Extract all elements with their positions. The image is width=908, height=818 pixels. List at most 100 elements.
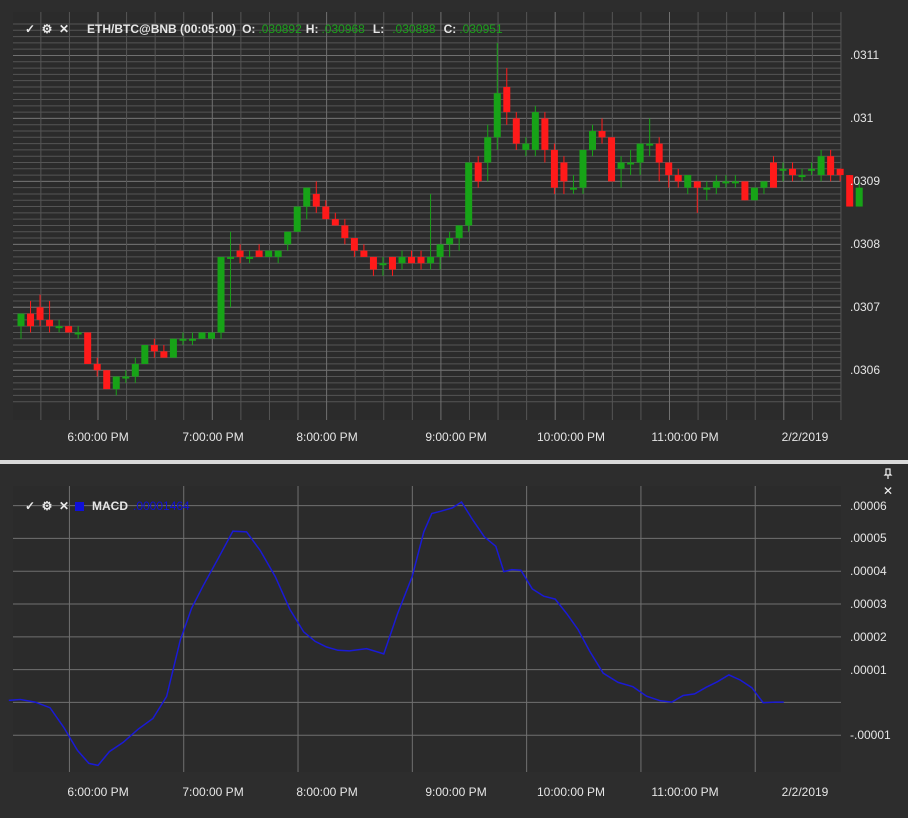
macd-tick-label: -.00001	[850, 728, 891, 743]
candle	[703, 181, 711, 201]
time-tick-label: 11:00:00 PM	[651, 785, 719, 799]
candle	[236, 244, 244, 264]
candle	[512, 112, 520, 150]
candle	[322, 200, 330, 220]
close-label: C:	[443, 22, 457, 36]
time-tick-label: 8:00:00 PM	[296, 430, 358, 444]
candle	[131, 357, 139, 383]
candle-body	[598, 131, 606, 138]
price-plot-area[interactable]	[13, 12, 863, 420]
candle-body	[84, 332, 92, 364]
candle	[179, 332, 187, 346]
candle-body	[722, 181, 730, 184]
candle-body	[284, 231, 292, 245]
candle	[350, 238, 358, 257]
candle	[84, 332, 92, 364]
candle-body	[341, 225, 349, 239]
check-icon[interactable]: ✓	[23, 499, 37, 513]
candle	[550, 143, 558, 194]
macd-plot-area[interactable]	[8, 486, 841, 772]
candle	[150, 338, 158, 358]
candle	[798, 168, 806, 182]
candle	[160, 345, 168, 358]
candle-body	[731, 181, 739, 184]
candle-body	[522, 143, 530, 150]
candle-body	[855, 187, 863, 207]
candle-body	[74, 332, 82, 335]
candle-body	[503, 86, 511, 113]
candle-body	[798, 175, 806, 178]
candle-body	[398, 256, 406, 264]
macd-tick-label: .00006	[850, 498, 887, 513]
close-icon[interactable]: ✕	[57, 499, 71, 513]
candle-body	[55, 326, 63, 329]
candle	[627, 149, 635, 176]
candle	[27, 300, 35, 333]
candle-body	[65, 326, 73, 333]
candle	[255, 244, 263, 257]
candle	[198, 332, 206, 339]
candle	[369, 256, 377, 276]
time-tick-label: 6:00:00 PM	[67, 430, 129, 444]
symbol-label: ETH/BTC@BNB (00:05:00)	[87, 22, 237, 36]
time-tick-label: 9:00:00 PM	[425, 430, 487, 444]
candle	[493, 42, 501, 150]
candle-body	[408, 256, 416, 264]
gear-icon[interactable]: ⚙	[40, 499, 54, 513]
candle-body	[627, 162, 635, 165]
candle-body	[208, 332, 215, 339]
candle-body	[141, 345, 149, 364]
candle-body	[617, 162, 625, 169]
candle-body	[322, 206, 330, 220]
candle	[208, 332, 215, 339]
candle	[217, 256, 225, 339]
candle-body	[255, 250, 263, 257]
candle	[17, 313, 25, 339]
candle	[446, 231, 454, 257]
candle-body	[369, 256, 377, 270]
candle-body	[836, 168, 844, 176]
candle-body	[112, 376, 120, 390]
candle	[36, 294, 44, 327]
candle	[303, 187, 311, 220]
candle-body	[827, 156, 835, 176]
candle-body	[665, 162, 673, 176]
candle-body	[531, 112, 539, 150]
close-icon[interactable]: ✕	[57, 22, 71, 36]
candle	[122, 370, 130, 383]
candle-body	[36, 307, 44, 320]
candle	[484, 124, 492, 182]
candle	[188, 332, 196, 346]
macd-label: MACD	[92, 499, 128, 513]
check-icon[interactable]: ✓	[23, 22, 37, 36]
candle	[398, 250, 406, 270]
pin-icon[interactable]	[880, 467, 896, 481]
candle	[503, 68, 511, 125]
candle	[827, 149, 835, 182]
candle-body	[646, 143, 654, 146]
candle	[55, 319, 63, 333]
close-pane-icon[interactable]: ✕	[880, 484, 896, 498]
price-legend: ✓ ⚙ ✕ ETH/BTC@BNB (00:05:00) O: .030892 …	[23, 22, 503, 36]
candle-body	[455, 225, 463, 239]
candle-body	[512, 118, 520, 144]
candle-body	[789, 168, 797, 176]
price-tick-label: .0308	[850, 237, 881, 252]
candle-body	[589, 131, 596, 150]
candle-body	[674, 175, 682, 182]
candle	[74, 326, 82, 339]
candle-body	[169, 338, 177, 358]
time-tick-label: 9:00:00 PM	[425, 785, 487, 799]
candle	[417, 250, 425, 270]
macd-pane: ✕ ✓ ⚙ ✕ MACD .00001464 .00006 .00005 .0000…	[0, 464, 908, 818]
candle-body	[379, 263, 387, 266]
candle-body	[608, 137, 616, 182]
time-tick-label: 2/2/2019	[781, 430, 829, 444]
candle	[141, 345, 149, 364]
macd-tick-label: .00005	[850, 531, 887, 546]
candle-body	[246, 256, 254, 259]
open-label: O:	[242, 22, 256, 36]
gear-icon[interactable]: ⚙	[40, 22, 54, 36]
price-tick-label: .0309	[850, 174, 881, 189]
candle-body	[569, 187, 577, 190]
